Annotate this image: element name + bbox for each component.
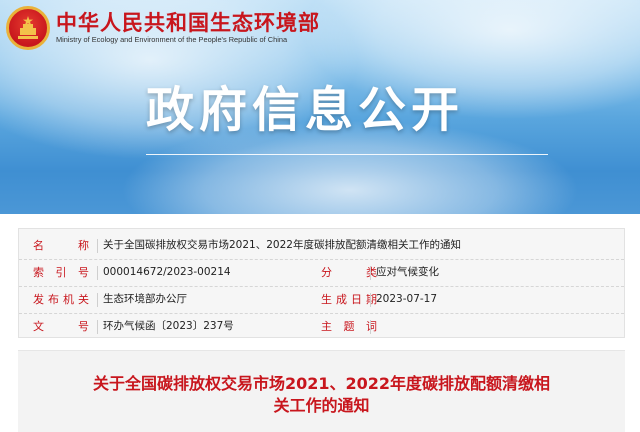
info-row-name: 名 称 关于全国碳排放权交易市场2021、2022年度碳排放配额清缴相关工作的通… xyxy=(19,232,624,260)
index-value: 000014672/2023-00214 xyxy=(103,266,231,278)
article-title-line-2: 关工作的通知 xyxy=(273,396,370,415)
site-name-cn: 中华人民共和国生态环境部 xyxy=(56,11,320,35)
article-title: 关于全国碳排放权交易市场2021、2022年度碳排放配额清缴相 关工作的通知 xyxy=(18,373,625,417)
name-label: 名 称 xyxy=(33,239,89,252)
subject-label: 主 题 词 xyxy=(321,320,377,333)
info-row-index: 索 引 号 000014672/2023-00214 分 类 应对气候变化 xyxy=(19,259,624,287)
article-title-line-1: 关于全国碳排放权交易市场2021、2022年度碳排放配额清缴相 xyxy=(92,374,551,393)
article-body: 关于全国碳排放权交易市场2021、2022年度碳排放配额清缴相 关工作的通知 xyxy=(18,350,625,432)
date-value: 2023-07-17 xyxy=(376,293,438,305)
document-info-table: 名 称 关于全国碳排放权交易市场2021、2022年度碳排放配额清缴相关工作的通… xyxy=(18,228,625,338)
category-value: 应对气候变化 xyxy=(376,266,439,278)
category-label: 分 类 xyxy=(321,266,377,279)
doc-value: 环办气候函〔2023〕237号 xyxy=(103,320,234,332)
date-label: 生成日期 xyxy=(321,293,377,306)
divider xyxy=(97,293,98,307)
info-row-issuer: 发布机关 生态环境部办公厅 生成日期 2023-07-17 xyxy=(19,286,624,314)
site-name-en: Ministry of Ecology and Environment of t… xyxy=(56,35,288,44)
index-label: 索 引 号 xyxy=(33,266,89,279)
divider xyxy=(370,266,371,280)
divider xyxy=(97,320,98,334)
info-row-doc: 文 号 环办气候函〔2023〕237号 主 题 词 xyxy=(19,313,624,340)
divider xyxy=(370,293,371,307)
name-value: 关于全国碳排放权交易市场2021、2022年度碳排放配额清缴相关工作的通知 xyxy=(103,239,461,251)
title-underline xyxy=(146,154,548,155)
section-title: 政府信息公开 xyxy=(146,82,465,138)
national-emblem-icon xyxy=(6,6,50,50)
divider xyxy=(97,239,98,253)
doc-label: 文 号 xyxy=(33,320,89,333)
divider xyxy=(370,320,371,334)
issuer-value: 生态环境部办公厅 xyxy=(103,293,187,305)
divider xyxy=(97,266,98,280)
issuer-label: 发布机关 xyxy=(33,293,89,306)
site-brand[interactable]: 中华人民共和国生态环境部 Ministry of Ecology and Env… xyxy=(6,4,320,52)
header-banner: 中华人民共和国生态环境部 Ministry of Ecology and Env… xyxy=(0,0,640,214)
